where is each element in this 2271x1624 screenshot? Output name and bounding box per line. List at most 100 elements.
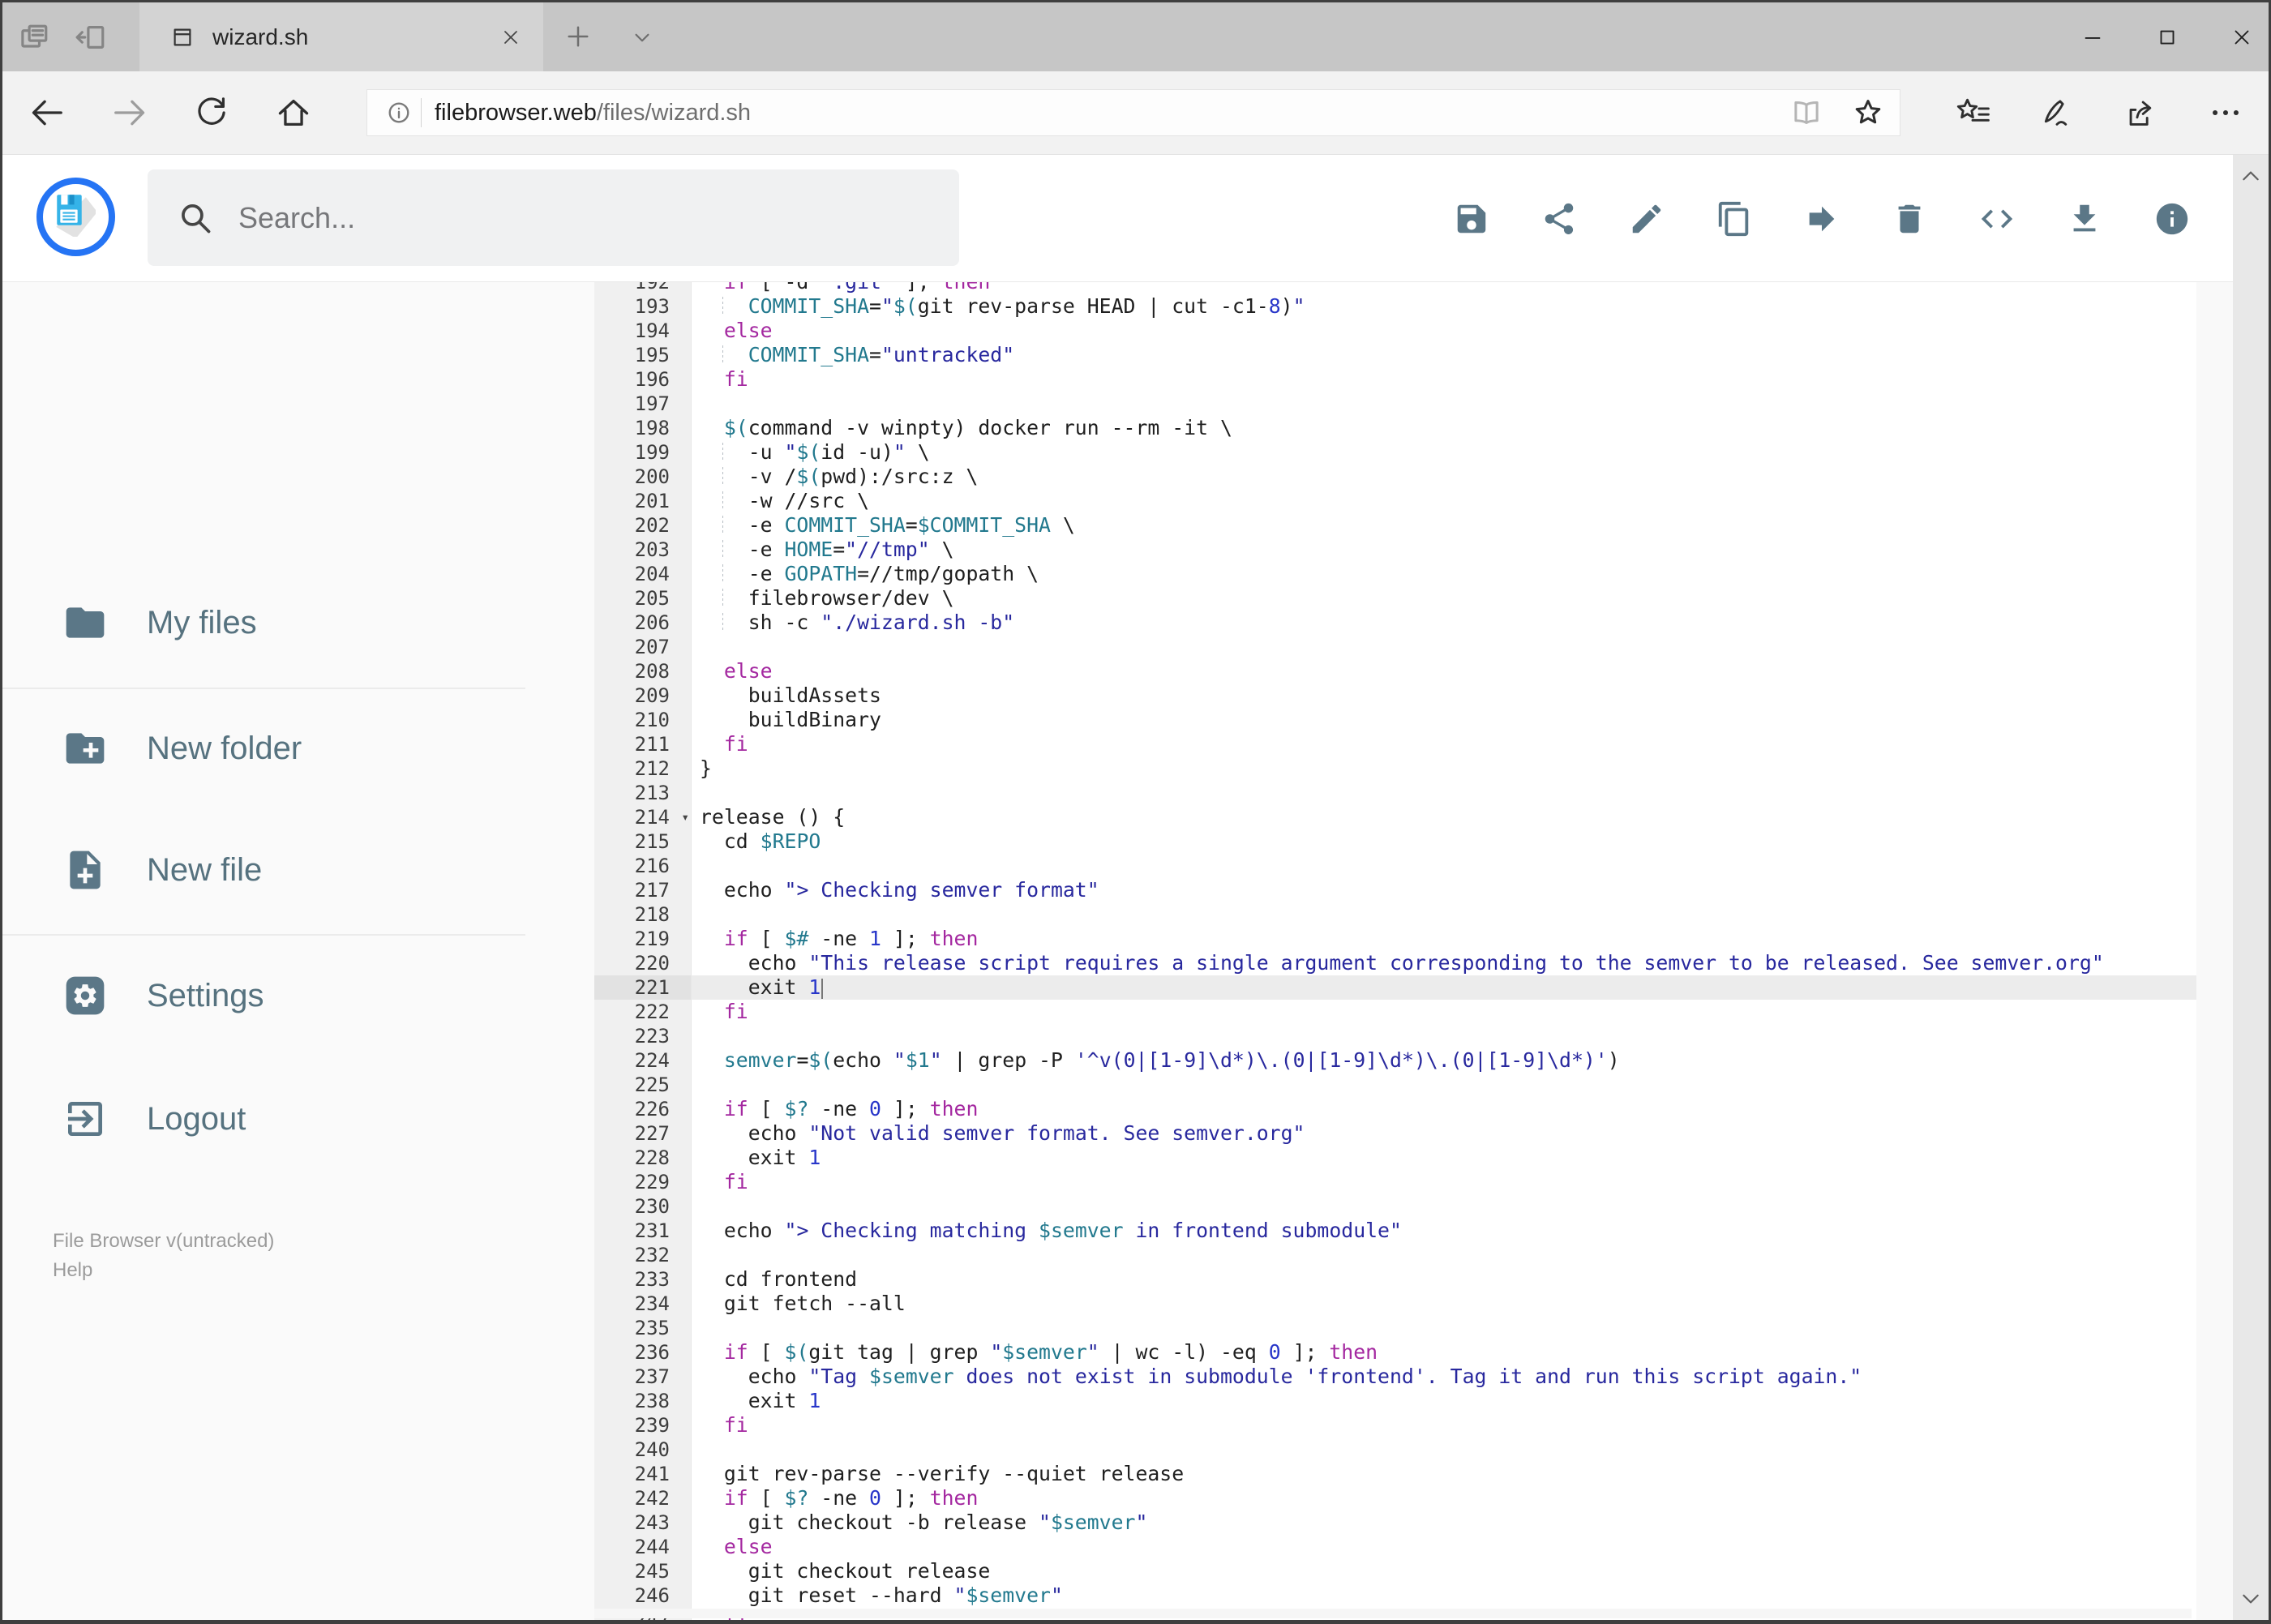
code-line[interactable]: 222 fi: [594, 1000, 2233, 1024]
code-line[interactable]: 223: [594, 1024, 2233, 1048]
toolbar-info-button[interactable]: [2153, 200, 2191, 238]
code-line[interactable]: 241 git rev-parse --verify --quiet relea…: [594, 1462, 2233, 1486]
code-line[interactable]: 206 sh -c "./wizard.sh -b": [594, 611, 2233, 635]
code-line[interactable]: 219 if [ $# -ne 1 ]; then: [594, 927, 2233, 951]
share-page-icon[interactable]: [2123, 94, 2160, 131]
code-line[interactable]: 213: [594, 781, 2233, 805]
tab-wizard-sh[interactable]: wizard.sh: [139, 2, 543, 71]
code-line[interactable]: 216: [594, 854, 2233, 878]
code-line[interactable]: 242 if [ $? -ne 0 ]; then: [594, 1486, 2233, 1510]
code-line[interactable]: 205 filebrowser/dev \: [594, 586, 2233, 611]
vertical-scrollbar[interactable]: [2233, 155, 2269, 1620]
toolbar-move-button[interactable]: [1803, 200, 1840, 238]
code-line[interactable]: 202 -e COMMIT_SHA=$COMMIT_SHA \: [594, 513, 2233, 538]
scroll-down-icon[interactable]: [2240, 1588, 2261, 1609]
code-line[interactable]: 245 git checkout release: [594, 1559, 2233, 1583]
sidebar-item-settings[interactable]: Settings: [2, 959, 525, 1032]
scroll-up-icon[interactable]: [2240, 166, 2261, 187]
code-line[interactable]: 234 git fetch --all: [594, 1292, 2233, 1316]
tab-close-icon[interactable]: [499, 26, 522, 49]
fold-arrow-icon[interactable]: ▾: [681, 805, 689, 829]
sidebar-item-new-folder[interactable]: New folder: [2, 712, 525, 785]
code-line[interactable]: 218: [594, 902, 2233, 927]
code-line[interactable]: 232: [594, 1243, 2233, 1267]
code-line[interactable]: 229 fi: [594, 1170, 2233, 1194]
code-line[interactable]: 208 else: [594, 659, 2233, 683]
code-line[interactable]: 211 fi: [594, 732, 2233, 756]
filebrowser-logo[interactable]: [36, 178, 115, 256]
minimize-button[interactable]: [2080, 25, 2105, 49]
code-line[interactable]: 203 -e HOME="//tmp" \: [594, 538, 2233, 562]
code-line[interactable]: 200 -v /$(pwd):/src:z \: [594, 465, 2233, 489]
code-line[interactable]: 225: [594, 1073, 2233, 1097]
code-line[interactable]: 239 fi: [594, 1413, 2233, 1438]
code-line[interactable]: 193 COMMIT_SHA="$(git rev-parse HEAD | cu…: [594, 294, 2233, 319]
toolbar-share-button[interactable]: [1540, 200, 1578, 238]
web-note-pen-icon[interactable]: [2038, 94, 2076, 131]
code-line[interactable]: 244 else: [594, 1535, 2233, 1559]
code-line[interactable]: 196 fi: [594, 367, 2233, 392]
code-line[interactable]: 243 git checkout -b release "$semver": [594, 1510, 2233, 1535]
toolbar-copy-button[interactable]: [1716, 200, 1753, 238]
code-line[interactable]: 236 if [ $(git tag | grep "$semver" | wc…: [594, 1340, 2233, 1365]
code-line[interactable]: 215 cd $REPO: [594, 829, 2233, 854]
address-bar[interactable]: filebrowser.web/files/wizard.sh: [366, 89, 1900, 136]
code-line[interactable]: 210 buildBinary: [594, 708, 2233, 732]
sidebar-item-my-files[interactable]: My files: [2, 586, 525, 659]
code-line[interactable]: 238 exit 1: [594, 1389, 2233, 1413]
code-line[interactable]: 228 exit 1: [594, 1146, 2233, 1170]
code-line[interactable]: 224 semver=$(echo "$1" | grep -P '^v(0|[…: [594, 1048, 2233, 1073]
toolbar-save-button[interactable]: [1453, 200, 1490, 238]
new-tab-button[interactable]: [562, 20, 594, 53]
code-line[interactable]: 198 $(command -v winpty) docker run --rm…: [594, 416, 2233, 440]
sidebar-item-logout[interactable]: Logout: [2, 1082, 525, 1155]
tab-list-chevron-icon[interactable]: [628, 24, 656, 51]
code-line[interactable]: 204 -e GOPATH=//tmp/gopath \: [594, 562, 2233, 586]
code-line[interactable]: 231 echo "> Checking matching $semver in…: [594, 1219, 2233, 1243]
search-box[interactable]: [148, 169, 959, 266]
code-line[interactable]: 235: [594, 1316, 2233, 1340]
code-line[interactable]: 233 cd frontend: [594, 1267, 2233, 1292]
reading-view-icon[interactable]: [1789, 96, 1823, 130]
code-line[interactable]: 221 exit 1: [594, 975, 2233, 1000]
code-line[interactable]: 217 echo "> Checking semver format": [594, 878, 2233, 902]
maximize-button[interactable]: [2155, 25, 2179, 49]
refresh-button[interactable]: [194, 95, 229, 131]
sidebar-item-new-file[interactable]: New file: [2, 833, 525, 906]
code-line[interactable]: 230: [594, 1194, 2233, 1219]
code-line[interactable]: 207: [594, 635, 2233, 659]
code-line[interactable]: 220 echo "This release script requires a…: [594, 951, 2233, 975]
search-input[interactable]: [237, 199, 856, 236]
code-line[interactable]: 226 if [ $? -ne 0 ]; then: [594, 1097, 2233, 1121]
code-line[interactable]: 246 git reset --hard "$semver": [594, 1583, 2233, 1608]
code-line[interactable]: 240: [594, 1438, 2233, 1462]
toolbar-edit-button[interactable]: [1628, 200, 1665, 238]
more-menu-icon[interactable]: [2207, 94, 2244, 131]
code-line[interactable]: 209 buildAssets: [594, 683, 2233, 708]
toolbar-code-button[interactable]: [1978, 200, 2016, 238]
toolbar-delete-button[interactable]: [1891, 200, 1928, 238]
url-text[interactable]: filebrowser.web/files/wizard.sh: [435, 100, 751, 126]
forward-button[interactable]: [111, 94, 148, 131]
code-line[interactable]: 194 else: [594, 319, 2233, 343]
home-button[interactable]: [275, 94, 312, 131]
favorite-star-icon[interactable]: [1851, 96, 1885, 130]
toolbar-download-button[interactable]: [2066, 200, 2103, 238]
code-line[interactable]: 199 -u "$(id -u)" \: [594, 440, 2233, 465]
set-tabs-aside-icon[interactable]: [74, 19, 109, 55]
close-button[interactable]: [2230, 25, 2254, 49]
code-line[interactable]: 201 -w //src \: [594, 489, 2233, 513]
code-line[interactable]: 192 if [ -d ".git" ]; then: [594, 282, 2233, 294]
horizontal-scrollbar[interactable]: [594, 1609, 2192, 1618]
back-button[interactable]: [28, 94, 66, 131]
code-line[interactable]: 237 echo "Tag $semver does not exist in …: [594, 1365, 2233, 1389]
code-line[interactable]: 212}: [594, 756, 2233, 781]
site-info-icon[interactable]: [383, 97, 414, 128]
tab-preview-icon[interactable]: [17, 19, 53, 55]
favorites-hub-icon[interactable]: [1954, 94, 1991, 131]
code-line[interactable]: 227 echo "Not valid semver format. See s…: [594, 1121, 2233, 1146]
code-line[interactable]: 195 COMMIT_SHA="untracked": [594, 343, 2233, 367]
code-editor[interactable]: 192 if [ -d ".git" ]; then193COMMIT_SHA=…: [594, 282, 2233, 1620]
code-line[interactable]: 197: [594, 392, 2233, 416]
help-link[interactable]: Help: [53, 1256, 274, 1285]
